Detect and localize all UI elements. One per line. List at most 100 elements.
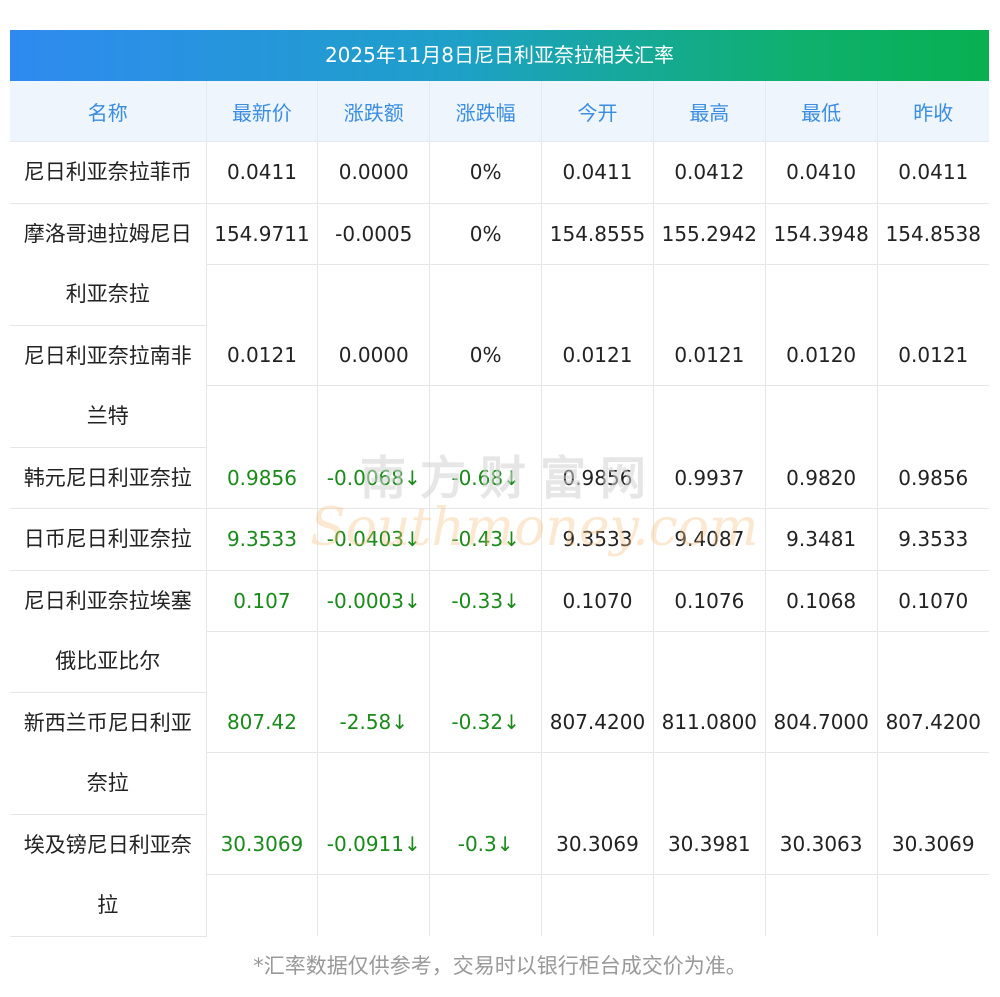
change-cell: -0.0403↓: [317, 508, 431, 571]
change-pct-cell-wrap: -0.32↓: [429, 692, 543, 814]
low-cell-wrap: 804.7000: [765, 692, 878, 814]
table-row: 尼日利亚奈拉南非兰特 0.0121 0.0000 0% 0.0121 0.0121 0.01…: [10, 325, 989, 448]
latest-cell: 0.107: [206, 571, 318, 632]
open-cell-wrap: 30.3069: [541, 814, 654, 936]
latest-cell-wrap: 30.3069: [206, 814, 319, 936]
latest-cell: 0.9856: [206, 447, 319, 509]
change-pct-cell: 0%: [430, 204, 542, 265]
currency-pair-name: 尼日利亚奈拉南非兰特: [10, 325, 207, 448]
open-cell-wrap: 0.0121: [541, 325, 654, 447]
change-pct-cell: -0.3↓: [430, 814, 542, 875]
currency-pair-name: 韩元尼日利亚奈拉: [10, 447, 207, 509]
change-pct-cell: -0.68↓: [429, 447, 543, 509]
prev-close-cell: 0.0121: [877, 325, 989, 386]
prev-close-cell-wrap: 0.0121: [877, 325, 989, 447]
open-cell: 0.0411: [541, 141, 654, 204]
change-pct-cell-wrap: -0.33↓: [429, 570, 543, 692]
latest-cell: 0.0121: [206, 325, 318, 386]
high-cell: 0.0121: [653, 325, 765, 386]
open-cell: 154.8555: [542, 204, 653, 265]
header-high: 最高: [653, 81, 766, 142]
change-cell-wrap: 0.0000: [317, 325, 431, 447]
high-cell-wrap: 811.0800: [653, 692, 766, 814]
change-pct-cell-wrap: -0.3↓: [429, 814, 543, 936]
currency-pair-name: 摩洛哥迪拉姆尼日利亚奈拉: [10, 203, 207, 326]
low-cell: 804.7000: [765, 692, 877, 753]
currency-pair-name: 日币尼日利亚奈拉: [10, 508, 207, 571]
open-cell: 0.9856: [541, 447, 654, 509]
rates-table: 名称 最新价 涨跌额 涨跌幅 今开 最高 最低 昨收 尼日利亚奈拉菲币 0.041…: [10, 81, 989, 937]
low-cell: 0.1068: [765, 571, 877, 632]
header-open: 今开: [541, 81, 654, 142]
change-pct-cell: 0%: [429, 141, 543, 204]
high-cell: 30.3981: [653, 814, 765, 875]
low-cell: 0.0120: [765, 325, 877, 386]
change-cell: -0.0003↓: [318, 571, 430, 632]
change-cell: 0.0000: [317, 141, 431, 204]
low-cell-wrap: 0.1068: [765, 570, 878, 692]
currency-pair-name: 新西兰币尼日利亚奈拉: [10, 692, 207, 815]
rates-body: 尼日利亚奈拉菲币 0.0411 0.0000 0% 0.0411 0.0412 0.0410…: [10, 141, 989, 937]
high-cell: 9.4087: [653, 508, 766, 571]
high-cell-wrap: 30.3981: [653, 814, 766, 936]
table-row: 韩元尼日利亚奈拉 0.9856 -0.0068↓ -0.68↓ 0.9856 0.9937…: [10, 447, 989, 509]
prev-close-cell: 807.4200: [877, 692, 989, 753]
latest-cell-wrap: 0.0121: [206, 325, 319, 447]
high-cell: 155.2942: [653, 204, 765, 265]
prev-close-cell: 154.8538: [877, 204, 989, 265]
open-cell-wrap: 807.4200: [541, 692, 654, 814]
prev-close-cell-wrap: 30.3069: [877, 814, 989, 936]
currency-pair-name: 尼日利亚奈拉菲币: [10, 141, 207, 204]
low-cell-wrap: 30.3063: [765, 814, 878, 936]
latest-cell: 0.0411: [206, 141, 319, 204]
low-cell: 30.3063: [765, 814, 877, 875]
change-pct-cell: 0%: [430, 325, 542, 386]
latest-cell: 30.3069: [206, 814, 318, 875]
table-row: 日币尼日利亚奈拉 9.3533 -0.0403↓ -0.43↓ 9.3533 9.4087…: [10, 508, 989, 571]
latest-cell-wrap: 154.9711: [206, 203, 319, 325]
change-cell-wrap: -0.0911↓: [317, 814, 431, 936]
latest-cell-wrap: 807.42: [206, 692, 319, 814]
rates-panel: 2025年11月8日尼日利亚奈拉相关汇率 名称 最新价 涨跌额 涨跌幅 今开 最…: [10, 30, 989, 937]
header-change: 涨跌额: [317, 81, 431, 142]
open-cell: 9.3533: [541, 508, 654, 571]
open-cell: 807.4200: [542, 692, 653, 753]
low-cell-wrap: 0.0120: [765, 325, 878, 447]
table-row: 新西兰币尼日利亚奈拉 807.42 -2.58↓ -0.32↓ 807.4200 811.…: [10, 692, 989, 815]
prev-close-cell: 0.9856: [877, 447, 989, 509]
change-cell: -0.0068↓: [317, 447, 431, 509]
prev-close-cell: 30.3069: [877, 814, 989, 875]
change-cell-wrap: -2.58↓: [317, 692, 431, 814]
header-low: 最低: [765, 81, 878, 142]
high-cell: 0.9937: [653, 447, 766, 509]
change-cell: -0.0911↓: [318, 814, 430, 875]
open-cell-wrap: 154.8555: [541, 203, 654, 325]
change-pct-cell-wrap: 0%: [429, 325, 543, 447]
header-prev-close: 昨收: [877, 81, 989, 142]
currency-pair-name: 埃及镑尼日利亚奈拉: [10, 814, 207, 937]
change-pct-cell: -0.33↓: [430, 571, 542, 632]
change-pct-cell: -0.43↓: [429, 508, 543, 571]
latest-cell: 9.3533: [206, 508, 319, 571]
header-row: 名称 最新价 涨跌额 涨跌幅 今开 最高 最低 昨收: [10, 81, 989, 142]
table-row: 埃及镑尼日利亚奈拉 30.3069 -0.0911↓ -0.3↓ 30.3069 30.3…: [10, 814, 989, 937]
latest-cell-wrap: 0.107: [206, 570, 319, 692]
change-pct-cell-wrap: 0%: [429, 203, 543, 325]
change-cell: -0.0005: [318, 204, 430, 265]
table-row: 尼日利亚奈拉埃塞俄比亚比尔 0.107 -0.0003↓ -0.33↓ 0.1070 0.…: [10, 570, 989, 693]
low-cell: 9.3481: [765, 508, 878, 571]
change-cell-wrap: -0.0003↓: [317, 570, 431, 692]
change-cell: 0.0000: [318, 325, 430, 386]
high-cell-wrap: 0.0121: [653, 325, 766, 447]
low-cell: 0.0410: [765, 141, 878, 204]
table-row: 摩洛哥迪拉姆尼日利亚奈拉 154.9711 -0.0005 0% 154.8555 155…: [10, 203, 989, 326]
header-latest: 最新价: [206, 81, 319, 142]
high-cell: 0.0412: [653, 141, 766, 204]
open-cell: 30.3069: [542, 814, 653, 875]
open-cell: 0.0121: [542, 325, 653, 386]
prev-close-cell: 0.0411: [877, 141, 989, 204]
prev-close-cell: 0.1070: [877, 571, 989, 632]
latest-cell: 154.9711: [206, 204, 318, 265]
open-cell: 0.1070: [542, 571, 653, 632]
high-cell: 0.1076: [653, 571, 765, 632]
